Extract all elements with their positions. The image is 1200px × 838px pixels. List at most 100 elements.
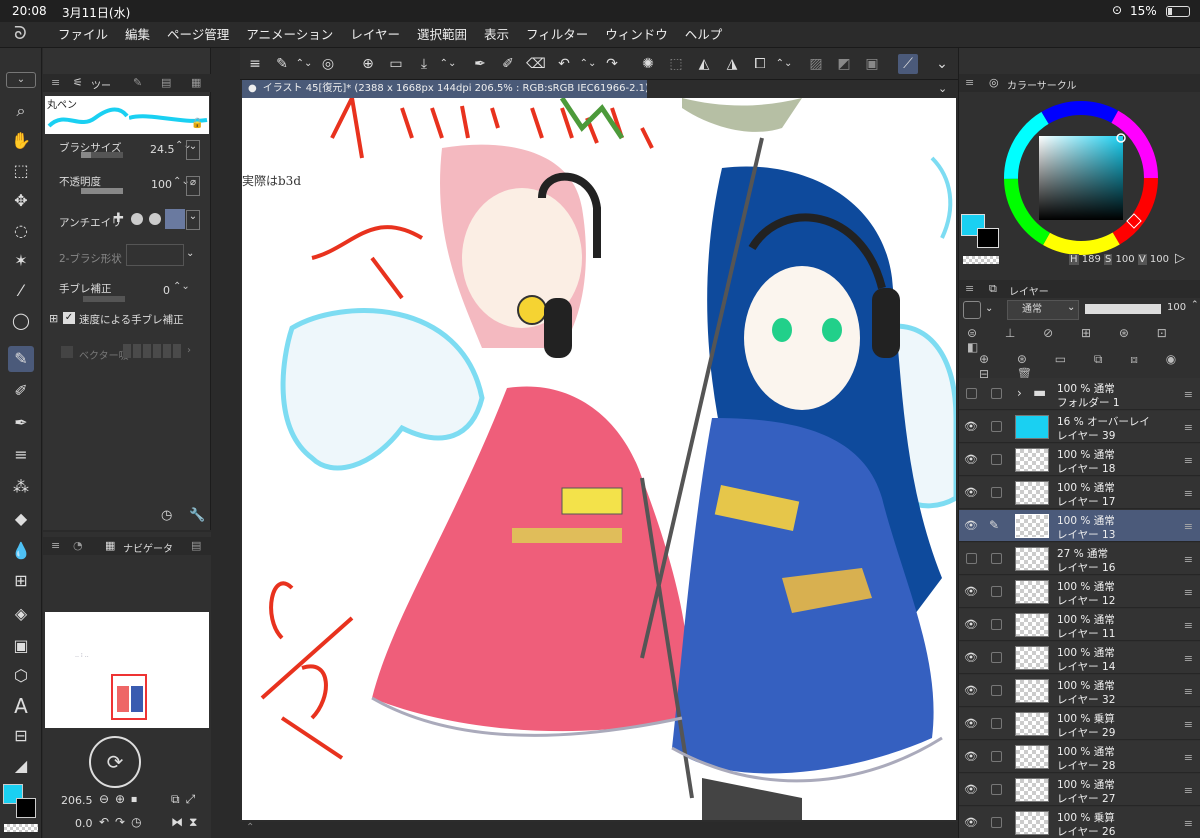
eye-icon[interactable]: 👁 [964, 783, 978, 797]
layer-menu-icon[interactable]: ≡ [1184, 685, 1193, 698]
stabilization-slider[interactable] [83, 296, 125, 302]
zoom-tool-icon[interactable]: ⌕ [8, 98, 34, 124]
navigator-preview[interactable]: ‥ ⁝ ‥ [45, 612, 209, 728]
layer-row[interactable]: 👁 100 % 通常 レイヤー 14 ≡ [959, 642, 1200, 674]
layer-row[interactable]: 👁 100 % 通常 レイヤー 27 ≡ [959, 774, 1200, 806]
panel-menu-icon[interactable]: ≡ [51, 539, 60, 552]
stepper-icon-2[interactable]: ⌃⌄ [438, 54, 458, 74]
layer-row[interactable]: 👁 100 % 通常 レイヤー 28 ≡ [959, 741, 1200, 773]
layer-lock-box[interactable] [991, 421, 1002, 432]
blend-tool-icon[interactable]: 💧 [8, 538, 34, 564]
sub-color-indicator[interactable] [977, 228, 999, 248]
selection-pen-icon[interactable]: ◯ [8, 308, 34, 334]
grid-icon[interactable]: ⊞ [8, 568, 34, 594]
tool-strip-toggle[interactable]: ⌄ [6, 72, 36, 88]
layer-row[interactable]: 👁 100 % 乗算 レイヤー 29 ≡ [959, 708, 1200, 740]
zoom-controls[interactable]: ⊖⊕⏹ [99, 792, 143, 807]
navigator-tab-icon[interactable]: ▦ [105, 539, 115, 552]
eye-icon[interactable]: 👁 [964, 519, 978, 533]
fill-bucket-2-icon[interactable]: ◮ [722, 54, 742, 74]
gradient-icon[interactable]: ▣ [8, 633, 34, 659]
layer-menu-icon[interactable]: ≡ [1184, 718, 1193, 731]
stepper-icon-4[interactable]: ⌃⌄ [774, 54, 794, 74]
rotation-controls[interactable]: ↶↷◷ [99, 815, 148, 829]
info-tab-icon[interactable]: ▤ [191, 539, 201, 552]
brush-preview[interactable]: 丸ペン [45, 96, 129, 134]
eye-icon[interactable]: 👁 [964, 420, 978, 434]
layer-row[interactable]: 👁 100 % 通常 レイヤー 12 ≡ [959, 576, 1200, 608]
layer-menu-icon[interactable]: ≡ [1184, 454, 1193, 467]
opacity-pressure-icon[interactable]: ⌀ [186, 176, 200, 196]
redo-icon[interactable]: ↷ [602, 54, 622, 74]
decoration-tool-icon[interactable]: ≡ [8, 442, 34, 468]
sub-view-tab-icon[interactable]: ◔ [73, 539, 83, 552]
lock-icon[interactable]: 🔒 [191, 118, 203, 129]
airbrush-icon[interactable]: ⁂ [8, 474, 34, 500]
menu-view[interactable]: 表示 [484, 22, 509, 48]
layer-lock-box[interactable] [991, 388, 1002, 399]
eye-icon[interactable]: 👁 [964, 486, 978, 500]
blend-square-icon[interactable] [963, 301, 981, 319]
layer-lock-box[interactable] [991, 553, 1002, 564]
expand-icon[interactable]: ⊞ [49, 312, 58, 325]
loading-icon[interactable]: ✺ [638, 54, 658, 74]
collapse-toolbar-icon[interactable]: ⌄ [932, 54, 952, 74]
eraser-quick-icon[interactable]: ⌫ [526, 54, 546, 74]
app-logo-icon[interactable]: ᘐ [14, 23, 27, 44]
pencil-quick-icon[interactable]: ✐ [498, 54, 518, 74]
layer-lock-box[interactable] [991, 586, 1002, 597]
layer-row[interactable]: 27 % 通常 レイヤー 16 ≡ [959, 543, 1200, 575]
layer-tab-icon[interactable]: ⧉ [989, 282, 997, 296]
flip-controls[interactable]: ⧓⧗ [171, 815, 203, 830]
rotation-value[interactable]: 0.0 [75, 817, 93, 830]
crop-icon[interactable]: ⧠ [750, 54, 770, 74]
text-tool-icon[interactable]: A [8, 693, 34, 719]
eye-icon[interactable]: 👁 [964, 816, 978, 830]
layer-lock-box[interactable] [991, 817, 1002, 828]
stabilization-value[interactable]: 0 [163, 284, 170, 297]
ruler-snap-icon[interactable]: ⟋ [898, 54, 918, 74]
panel-menu-icon[interactable]: ≡ [965, 76, 974, 89]
menu-animation[interactable]: アニメーション [246, 22, 333, 48]
layer-visibility-box[interactable] [966, 553, 977, 564]
menu-page[interactable]: ページ管理 [167, 22, 229, 48]
layer-menu-icon[interactable]: ≡ [1184, 388, 1193, 401]
eye-icon[interactable]: 👁 [964, 618, 978, 632]
layer-row[interactable]: 👁 100 % 乗算 レイヤー 26 ≡ [959, 807, 1200, 838]
reset-icon[interactable]: ◷ [161, 508, 172, 523]
undo-icon[interactable]: ↶ [554, 54, 574, 74]
color-wheel[interactable] [1001, 98, 1161, 258]
layer-visibility-box[interactable] [966, 388, 977, 399]
operation-tool-icon[interactable]: ⬚ [8, 158, 34, 184]
detail-tab-icon[interactable]: ▦ [191, 76, 201, 89]
expand-bottom-icon[interactable]: ⌃ [246, 822, 254, 833]
fit-controls[interactable]: ⧉⤢ [171, 792, 201, 807]
layer-menu-icon[interactable]: ≡ [1184, 586, 1193, 599]
pencil-tool-icon[interactable]: ✐ [8, 378, 34, 404]
antialias-none-icon[interactable]: ✚ [113, 211, 124, 226]
tab-list-icon[interactable]: ⌄ [938, 82, 947, 95]
eye-icon[interactable]: 👁 [964, 750, 978, 764]
layer-row[interactable]: 👁 100 % 通常 レイヤー 18 ≡ [959, 444, 1200, 476]
layer-opacity-value[interactable]: 100 [1167, 302, 1186, 313]
blend-mode-chevron-icon[interactable]: ⌄ [1067, 302, 1075, 313]
vector-segments[interactable] [123, 344, 183, 361]
layer-opacity-slider[interactable] [1085, 304, 1161, 314]
layer-opacity-stepper[interactable]: ⌃⌄ [1191, 300, 1200, 310]
vector-checkbox[interactable] [61, 346, 73, 358]
hand-tool-icon[interactable]: ✋ [8, 128, 34, 154]
brush-size-dropdown[interactable]: ⌄ [186, 140, 200, 160]
panel-menu-icon[interactable]: ≡ [51, 76, 60, 89]
eye-icon[interactable]: 👁 [964, 453, 978, 467]
blend-chevron-icon[interactable]: ⌄ [985, 303, 993, 314]
layer-icon-row-1[interactable]: ⊜ ⊥ ⊘ ⊞ ⊛ ⊡ ◧ [959, 326, 1200, 354]
expand-chevron-icon[interactable]: › [1017, 386, 1022, 400]
eye-icon[interactable]: 👁 [964, 717, 978, 731]
sub-color-swatch[interactable] [16, 798, 36, 818]
transparent-color-swatch[interactable] [4, 824, 38, 832]
color-panel-title[interactable]: カラーサークル [1007, 77, 1077, 92]
navigator-viewport[interactable] [111, 674, 147, 720]
fill-bucket-icon[interactable]: ◭ [694, 54, 714, 74]
selection-icon[interactable]: ▣ [862, 54, 882, 74]
canvas-tab[interactable]: ● イラスト 45[復元]* (2388 x 1668px 144dpi 206.… [242, 80, 647, 98]
